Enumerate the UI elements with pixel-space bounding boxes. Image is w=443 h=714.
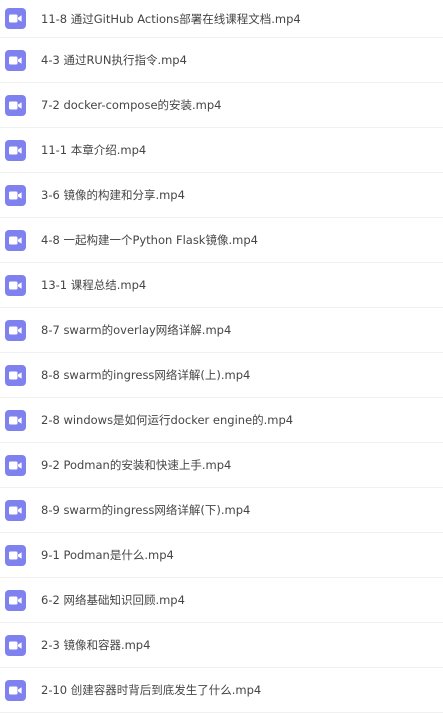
video-file-icon: [5, 679, 26, 701]
file-row[interactable]: 2-10 创建容器时背后到底发生了什么.mp4: [0, 668, 443, 713]
file-row[interactable]: 11-1 本章介绍.mp4: [0, 128, 443, 173]
file-row[interactable]: 4-3 通过RUN执行指令.mp4: [0, 38, 443, 83]
file-name: 2-10 创建容器时背后到底发生了什么.mp4: [41, 683, 262, 697]
file-row[interactable]: 9-2 Podman的安装和快速上手.mp4: [0, 443, 443, 488]
file-name: 8-7 swarm的overlay网络详解.mp4: [41, 323, 232, 337]
file-row[interactable]: 3-6 镜像的构建和分享.mp4: [0, 173, 443, 218]
video-file-icon: [5, 499, 26, 521]
video-file-icon: [5, 409, 26, 431]
file-list: 11-8 通过GitHub Actions部署在线课程文档.mp4 4-3 通过…: [0, 0, 443, 714]
file-name: 8-8 swarm的ingress网络详解(上).mp4: [41, 368, 251, 382]
video-file-icon: [5, 274, 26, 296]
file-name: 4-3 通过RUN执行指令.mp4: [41, 53, 187, 67]
file-row[interactable]: 9-1 Podman是什么.mp4: [0, 533, 443, 578]
file-name: 2-3 镜像和容器.mp4: [41, 638, 151, 652]
file-row[interactable]: 7-2 docker-compose的安装.mp4: [0, 83, 443, 128]
file-name: 2-8 windows是如何运行docker engine的.mp4: [41, 413, 294, 427]
file-row[interactable]: 6-2 网络基础知识回顾.mp4: [0, 578, 443, 623]
file-row[interactable]: 2-8 windows是如何运行docker engine的.mp4: [0, 398, 443, 443]
file-row[interactable]: 8-8 swarm的ingress网络详解(上).mp4: [0, 353, 443, 398]
file-name: 9-1 Podman是什么.mp4: [41, 548, 174, 562]
file-name: 11-1 本章介绍.mp4: [41, 143, 147, 157]
file-name: 11-8 通过GitHub Actions部署在线课程文档.mp4: [41, 11, 301, 26]
video-file-icon: [5, 589, 26, 611]
video-file-icon: [5, 94, 26, 116]
file-name: 13-1 课程总结.mp4: [41, 278, 147, 292]
file-row[interactable]: 13-1 课程总结.mp4: [0, 263, 443, 308]
video-file-icon: [5, 49, 26, 71]
file-row[interactable]: 8-7 swarm的overlay网络详解.mp4: [0, 308, 443, 353]
video-file-icon: [5, 8, 26, 29]
file-row[interactable]: 2-3 镜像和容器.mp4: [0, 623, 443, 668]
video-file-icon: [5, 544, 26, 566]
video-file-icon: [5, 319, 26, 341]
file-row[interactable]: 8-9 swarm的ingress网络详解(下).mp4: [0, 488, 443, 533]
video-file-icon: [5, 139, 26, 161]
file-name: 6-2 网络基础知识回顾.mp4: [41, 593, 185, 607]
file-row[interactable]: 11-8 通过GitHub Actions部署在线课程文档.mp4: [0, 0, 443, 38]
file-name: 8-9 swarm的ingress网络详解(下).mp4: [41, 503, 251, 517]
file-name: 4-8 一起构建一个Python Flask镜像.mp4: [41, 233, 258, 247]
video-file-icon: [5, 184, 26, 206]
file-name: 3-6 镜像的构建和分享.mp4: [41, 188, 185, 202]
video-file-icon: [5, 364, 26, 386]
video-file-icon: [5, 634, 26, 656]
file-name: 9-2 Podman的安装和快速上手.mp4: [41, 458, 232, 472]
file-name: 7-2 docker-compose的安装.mp4: [41, 98, 222, 112]
video-file-icon: [5, 454, 26, 476]
file-row[interactable]: 4-8 一起构建一个Python Flask镜像.mp4: [0, 218, 443, 263]
video-file-icon: [5, 229, 26, 251]
